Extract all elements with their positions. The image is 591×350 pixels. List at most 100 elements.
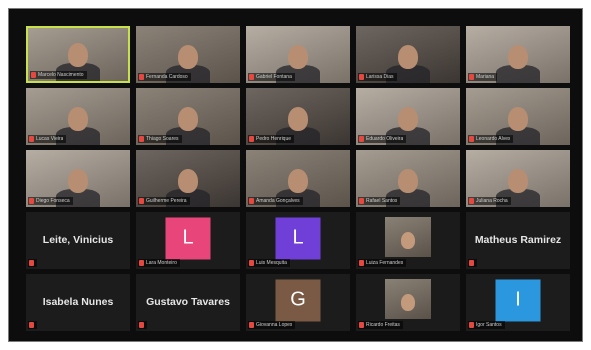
muted-mic-icon — [359, 322, 364, 328]
participant-avatar: G — [275, 278, 321, 321]
participant-label-text: Mariana — [476, 74, 495, 80]
participant-name: Matheus Ramirez — [474, 233, 562, 246]
participant-tile[interactable]: Eduardo Oliveira — [356, 88, 460, 145]
participant-name: Gustavo Tavares — [146, 295, 230, 308]
muted-mic-icon — [249, 74, 254, 80]
muted-mic-icon — [249, 260, 254, 266]
muted-mic-icon — [359, 74, 364, 80]
participant-label-text: Pedro Henrique — [256, 136, 292, 142]
participant-tile[interactable]: Gabriel Fontana — [246, 26, 350, 83]
muted-mic-icon — [359, 198, 364, 204]
participant-label-text: Luis Mesquita — [256, 260, 287, 266]
participant-tile[interactable]: Fernanda Cardoso — [136, 26, 240, 83]
participant-tile[interactable]: Matheus Ramirez — [466, 212, 570, 269]
participant-label: Juliana Rocha — [468, 197, 511, 205]
muted-mic-icon — [139, 260, 144, 266]
participant-label: Marcelo Nascimento — [30, 71, 87, 79]
participant-tile[interactable]: Luiza Fernandes — [356, 212, 460, 269]
participant-label: Amanda Gonçalves — [248, 197, 303, 205]
participant-tile[interactable]: Lucas Vieira — [26, 88, 130, 145]
participant-tile[interactable]: Marcelo Nascimento — [26, 26, 130, 83]
participant-tile[interactable]: I Igor Santos — [466, 274, 570, 331]
participant-face — [398, 45, 418, 69]
participant-face — [398, 169, 418, 193]
muted-mic-icon — [469, 260, 474, 266]
participant-label: Rafael Santos — [358, 197, 401, 205]
participant-label — [28, 321, 37, 329]
participant-label: Larissa Dias — [358, 73, 397, 81]
participant-label: Thiago Soares — [138, 135, 182, 143]
participant-tile[interactable]: Diego Fonseca — [26, 150, 130, 207]
participant-tile[interactable]: Amanda Gonçalves — [246, 150, 350, 207]
muted-mic-icon — [249, 198, 254, 204]
participant-tile[interactable]: Leonardo Alves — [466, 88, 570, 145]
participant-face — [288, 107, 308, 131]
muted-mic-icon — [469, 74, 474, 80]
participant-label-text: Larissa Dias — [366, 74, 394, 80]
participant-avatar: I — [495, 278, 541, 321]
participant-label-text: Lucas Vieira — [36, 136, 64, 142]
participant-label: Eduardo Oliveira — [358, 135, 407, 143]
muted-mic-icon — [29, 198, 34, 204]
participant-tile[interactable]: Pedro Henrique — [246, 88, 350, 145]
participant-label: Luiza Fernandes — [358, 259, 407, 267]
muted-mic-icon — [139, 198, 144, 204]
muted-mic-icon — [29, 136, 34, 142]
participant-label — [468, 259, 477, 267]
participant-avatar: L — [275, 216, 321, 259]
muted-mic-icon — [359, 260, 364, 266]
participant-label-text: Juliana Rocha — [476, 198, 508, 204]
participant-tile[interactable]: Thiago Soares — [136, 88, 240, 145]
participant-label: Luis Mesquita — [248, 259, 290, 267]
participant-face — [178, 45, 198, 69]
participant-tile[interactable]: Larissa Dias — [356, 26, 460, 83]
muted-mic-icon — [139, 136, 144, 142]
participant-avatar: L — [165, 216, 211, 259]
participant-label-text: Amanda Gonçalves — [256, 198, 300, 204]
participant-face — [68, 107, 88, 131]
profile-picture — [385, 279, 431, 319]
participant-face — [508, 107, 528, 131]
participant-tile[interactable]: Juliana Rocha — [466, 150, 570, 207]
participant-tile[interactable]: G Giovanna Lopes — [246, 274, 350, 331]
muted-mic-icon — [249, 136, 254, 142]
participant-label: Lara Monteiro — [138, 259, 180, 267]
participant-label: Diego Fonseca — [28, 197, 73, 205]
participant-label: Mariana — [468, 73, 498, 81]
participant-tile[interactable]: Rafael Santos — [356, 150, 460, 207]
participant-face — [401, 232, 415, 249]
participant-tile[interactable]: Isabela Nunes — [26, 274, 130, 331]
participant-label-text: Giovanna Lopes — [256, 322, 293, 328]
muted-mic-icon — [139, 74, 144, 80]
participant-face — [178, 169, 198, 193]
participant-label: Igor Santos — [468, 321, 505, 329]
participant-face — [398, 107, 418, 131]
participant-tile[interactable]: Ricardo Freitas — [356, 274, 460, 331]
participant-face — [401, 294, 415, 311]
participant-grid: Marcelo Nascimento Fernanda Cardoso Gabrie… — [26, 26, 570, 331]
participant-face — [68, 169, 88, 193]
participant-tile[interactable]: L Lara Monteiro — [136, 212, 240, 269]
participant-label-text: Ricardo Freitas — [366, 322, 400, 328]
participant-tile[interactable]: L Luis Mesquita — [246, 212, 350, 269]
participant-label: Pedro Henrique — [248, 135, 295, 143]
muted-mic-icon — [469, 198, 474, 204]
participant-face — [508, 169, 528, 193]
participant-label-text: Marcelo Nascimento — [38, 72, 84, 78]
participant-tile[interactable]: Leite, Vinicius — [26, 212, 130, 269]
participant-label-text: Igor Santos — [476, 322, 502, 328]
muted-mic-icon — [29, 260, 34, 266]
participant-face — [178, 107, 198, 131]
muted-mic-icon — [29, 322, 34, 328]
participant-label-text: Thiago Soares — [146, 136, 179, 142]
participant-label: Ricardo Freitas — [358, 321, 403, 329]
participant-tile[interactable]: Mariana — [466, 26, 570, 83]
participant-face — [508, 45, 528, 69]
participant-tile[interactable]: Guilherme Pereira — [136, 150, 240, 207]
participant-label: Fernanda Cardoso — [138, 73, 191, 81]
participant-label-text: Guilherme Pereira — [146, 198, 187, 204]
participant-tile[interactable]: Gustavo Tavares — [136, 274, 240, 331]
participant-face — [288, 169, 308, 193]
participant-label: Lucas Vieira — [28, 135, 67, 143]
participant-label-text: Diego Fonseca — [36, 198, 70, 204]
